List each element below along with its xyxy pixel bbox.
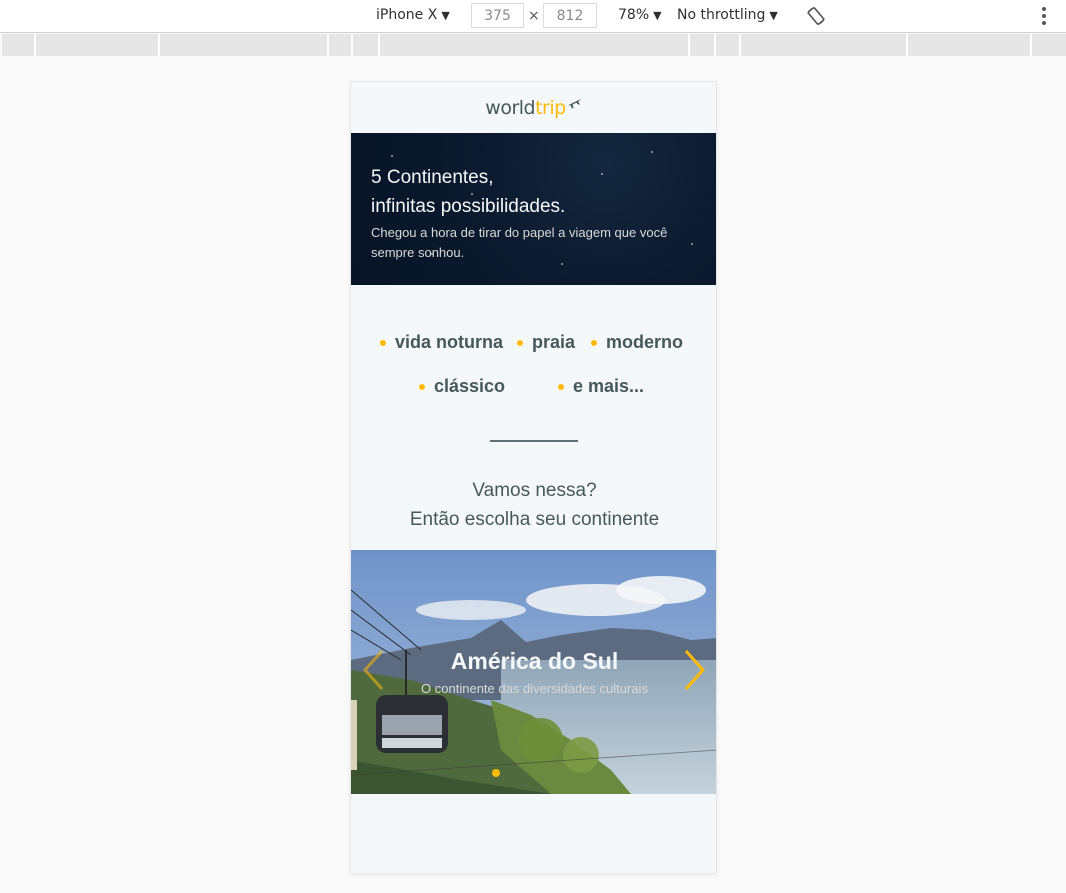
caret-down-icon: ▼: [441, 8, 450, 22]
device-name: iPhone X: [376, 7, 438, 23]
travel-type-e-mais: e mais...: [558, 376, 644, 397]
zoom-selector[interactable]: 78% ▼: [618, 7, 662, 23]
site-header: world trip: [351, 82, 716, 133]
zoom-value: 78%: [618, 7, 650, 23]
logo-word-world: world: [485, 96, 536, 119]
travel-type-label: clássico: [434, 376, 506, 396]
device-selector[interactable]: iPhone X ▼: [376, 7, 450, 23]
cta-line2: Então escolha seu continente: [409, 509, 660, 530]
slider-bullet[interactable]: [520, 769, 528, 777]
chevron-left-icon[interactable]: [361, 649, 385, 691]
site-logo[interactable]: world trip: [485, 97, 581, 119]
travel-types: vida noturna praia moderno clássico e ma…: [351, 285, 716, 435]
cta-line1: Vamos nessa?: [472, 480, 597, 501]
slide-subtitle: O continente das diversidades culturais: [421, 681, 648, 696]
caret-down-icon: ▼: [769, 8, 778, 22]
device-viewport: world trip 5 Continentes, infinitas possi…: [350, 81, 717, 874]
travel-type-label: e mais...: [573, 376, 645, 396]
airplane-icon: [567, 98, 581, 108]
bullet-dot-icon: [380, 339, 386, 346]
caret-down-icon: ▼: [653, 8, 662, 22]
hero-title-line1: 5 Continentes,: [371, 167, 494, 188]
bullet-dot-icon: [591, 339, 597, 346]
continent-slider[interactable]: América do Sul O continente das diversid…: [351, 550, 716, 794]
throttling-selector[interactable]: No throttling ▼: [677, 7, 778, 23]
travel-type-vida-noturna: vida noturna: [380, 332, 503, 353]
travel-type-praia: praia: [517, 332, 575, 353]
devtools-toolbar: iPhone X ▼ 375 × 812 78% ▼ No throttling…: [0, 0, 1066, 33]
width-input[interactable]: 375: [471, 3, 524, 28]
more-vert-icon[interactable]: [1040, 7, 1048, 25]
chevron-right-icon[interactable]: [683, 649, 707, 691]
slider-bullet[interactable]: [506, 769, 514, 777]
travel-type-moderno: moderno: [591, 332, 683, 353]
dimension-separator: ×: [528, 8, 540, 24]
throttling-value: No throttling: [677, 7, 766, 23]
hero-subtitle: Chegou a hora de tirar do papel a viagem…: [371, 225, 668, 260]
height-input[interactable]: 812: [543, 3, 597, 28]
slider-bullet[interactable]: [492, 769, 500, 777]
travel-type-label: praia: [532, 332, 576, 352]
slide-title[interactable]: América do Sul: [351, 648, 716, 675]
hero-banner: 5 Continentes, infinitas possibilidades.…: [351, 133, 716, 285]
bullet-dot-icon: [517, 339, 523, 346]
logo-word-trip: trip: [535, 96, 566, 119]
rotate-icon[interactable]: [806, 6, 826, 26]
media-query-bar[interactable]: [2, 34, 1066, 56]
slider-bullet[interactable]: [534, 769, 542, 777]
hero-title-line2: infinitas possibilidades.: [371, 196, 566, 217]
hero-title: 5 Continentes, infinitas possibilidades.: [371, 163, 696, 221]
travel-type-label: vida noturna: [395, 332, 504, 352]
section-divider: [490, 440, 578, 442]
bullet-dot-icon: [558, 383, 564, 390]
continent-cta: Vamos nessa? Então escolha seu continent…: [351, 476, 716, 534]
travel-type-classico: clássico: [419, 376, 505, 397]
slider-bullet[interactable]: [548, 769, 556, 777]
bullet-dot-icon: [419, 383, 425, 390]
travel-type-label: moderno: [606, 332, 684, 352]
